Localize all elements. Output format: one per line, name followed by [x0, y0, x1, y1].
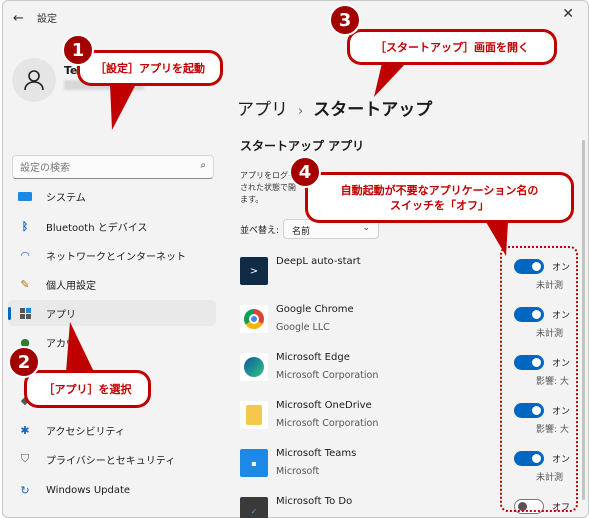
- sidebar-item-9[interactable]: ↻ Windows Update: [8, 477, 216, 503]
- callout-2-text: ［アプリ］を選択: [27, 373, 148, 405]
- callout-3-text: ［スタートアップ］画面を開く: [350, 32, 554, 62]
- network-icon: ◠: [20, 248, 30, 262]
- app-name: Google Chrome: [276, 304, 354, 315]
- highlight-toggles-frame: [500, 246, 578, 512]
- sidebar-item-label: Windows Update: [46, 484, 131, 496]
- sidebar-item-3[interactable]: ✎ 個人用設定: [8, 271, 216, 297]
- breadcrumb-parent[interactable]: アプリ: [237, 100, 288, 120]
- callout-4-line1: 自動起動が不要なアプリケーション名の: [340, 183, 539, 197]
- search-icon: ⌕: [200, 160, 206, 171]
- back-arrow-icon[interactable]: ←: [13, 11, 24, 26]
- app-name: Microsoft To Do: [276, 496, 353, 507]
- callout-4-text: 自動起動が不要なアプリケーション名の スイッチを「オフ」: [308, 175, 571, 220]
- personalize-icon: ✎: [20, 277, 30, 291]
- accessibility-icon: ✱: [20, 423, 30, 437]
- scrollbar[interactable]: [582, 140, 585, 500]
- avatar[interactable]: [12, 58, 56, 102]
- person-icon: [24, 70, 44, 91]
- close-icon[interactable]: ✕: [562, 6, 574, 22]
- callout-1: ［設定］アプリを起動: [77, 50, 223, 86]
- sidebar-item-1[interactable]: ᛒ Bluetooth とデバイス: [8, 213, 216, 239]
- callout-2: ［アプリ］を選択: [24, 370, 151, 408]
- teams-icon: ▪: [240, 449, 268, 477]
- sidebar-item-label: アプリ: [46, 309, 76, 321]
- sidebar-item-label: アクセシビリティ: [46, 426, 125, 438]
- search-input[interactable]: [13, 158, 183, 179]
- system-icon: [16, 189, 34, 203]
- callout-3: ［スタートアップ］画面を開く: [347, 29, 557, 65]
- callout-2-pointer: [66, 322, 94, 372]
- sidebar-item-label: 個人用設定: [46, 280, 96, 292]
- privacy-icon: ⛉: [20, 452, 30, 465]
- bluetooth-icon: ᛒ: [21, 219, 29, 233]
- app-name: Microsoft Edge: [276, 352, 350, 363]
- sidebar-item-label: システム: [46, 192, 86, 204]
- app-publisher: Microsoft: [276, 466, 320, 477]
- onedrive-icon: [240, 401, 268, 429]
- callout-1-text: ［設定］アプリを起動: [80, 53, 220, 83]
- search-box[interactable]: ⌕: [12, 155, 214, 179]
- callout-4-number: 4: [289, 156, 321, 188]
- window-title: 設定: [37, 14, 57, 25]
- chevron-down-icon: ⌄: [362, 223, 370, 233]
- edge-icon: [240, 353, 268, 381]
- app-publisher: Microsoft Corporation: [276, 370, 379, 381]
- callout-3-number: 3: [329, 4, 361, 36]
- section-title: スタートアップ アプリ: [240, 139, 365, 153]
- page-title: スタートアップ: [313, 100, 433, 120]
- deepl-icon: >: [240, 257, 268, 285]
- update-icon: ↻: [20, 483, 30, 497]
- apps-icon: [16, 306, 34, 320]
- callout-1-pointer: [110, 84, 136, 130]
- callout-3-pointer: [374, 63, 406, 97]
- sidebar-item-0[interactable]: システム: [8, 183, 216, 209]
- breadcrumb-separator: ›: [298, 104, 304, 119]
- desc-line: ます。: [240, 195, 264, 204]
- sidebar-item-label: Bluetooth とデバイス: [46, 222, 148, 234]
- sidebar-item-2[interactable]: ◠ ネットワークとインターネット: [8, 242, 216, 268]
- sidebar-item-7[interactable]: ✱ アクセシビリティ: [8, 417, 216, 443]
- callout-4-pointer: [486, 222, 508, 256]
- app-name: Microsoft Teams: [276, 448, 357, 459]
- callout-4-line2: スイッチを「オフ」: [390, 198, 489, 212]
- sort-label: 並べ替え:: [240, 226, 280, 236]
- chrome-icon: [240, 305, 268, 333]
- app-publisher: Microsoft Corporation: [276, 418, 379, 429]
- app-name: Microsoft OneDrive: [276, 400, 372, 411]
- callout-4: 自動起動が不要なアプリケーション名の スイッチを「オフ」: [305, 172, 574, 223]
- callout-1-number: 1: [62, 34, 94, 66]
- app-publisher: Google LLC: [276, 322, 330, 333]
- sidebar-item-8[interactable]: ⛉ プライバシーとセキュリティ: [8, 446, 216, 472]
- sort-value: 名前: [292, 227, 311, 237]
- sidebar-item-label: ネットワークとインターネット: [46, 251, 186, 263]
- app-name: DeepL auto-start: [276, 256, 361, 267]
- sidebar-item-label: プライバシーとセキュリティ: [46, 455, 176, 467]
- todo-icon: ✓: [240, 497, 268, 518]
- callout-2-number: 2: [8, 346, 40, 378]
- active-indicator: [8, 307, 11, 320]
